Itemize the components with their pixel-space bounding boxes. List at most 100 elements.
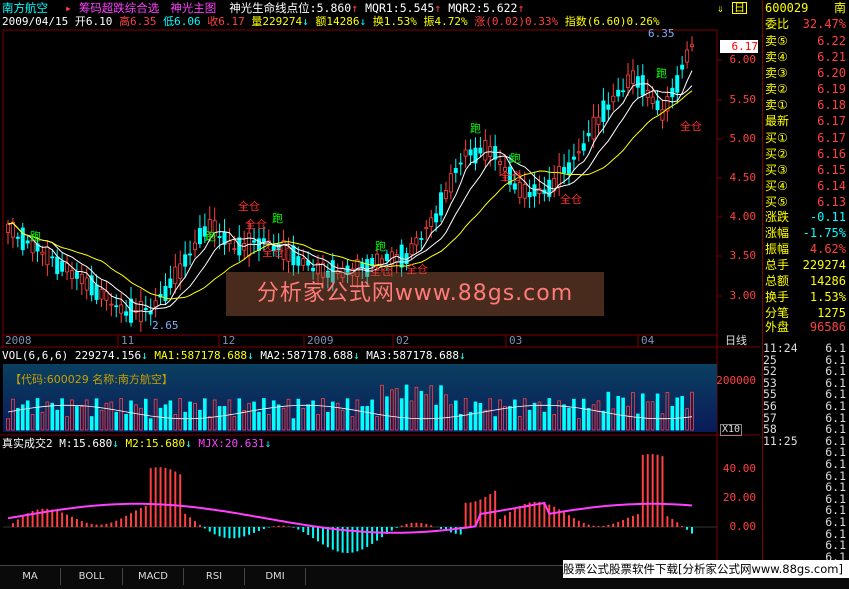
volume-bar <box>458 413 463 431</box>
candle-body <box>25 240 30 244</box>
stat-row: 总额 14286 <box>765 274 846 288</box>
sell-order-row: 卖④ 6.21 <box>765 50 846 64</box>
candle-body <box>443 190 448 199</box>
volume-bar <box>493 416 497 431</box>
info-amount: 额14286 <box>315 15 360 28</box>
volume-bar <box>89 416 94 431</box>
tab-macd[interactable]: MACD <box>123 568 184 585</box>
candle-body <box>124 311 129 316</box>
candle-body <box>522 184 527 199</box>
candle-body <box>74 271 79 279</box>
candle-body <box>453 168 458 173</box>
buy-order-row: 买① 6.17 <box>765 131 846 145</box>
candle-body <box>232 248 237 251</box>
formula-label[interactable]: 筹码超跌综合选 <box>79 1 160 15</box>
candle-body <box>192 242 197 251</box>
candle-body <box>188 253 193 256</box>
candle-body <box>448 173 453 193</box>
candle-body <box>94 284 99 300</box>
volume-bar <box>532 402 537 431</box>
mqr1-value: MQR1:5.545 <box>365 1 435 15</box>
rp-outer: 外盘 96586 <box>765 320 846 334</box>
vol-axis-200000: 200000 <box>716 374 756 387</box>
volume-bar <box>542 411 547 431</box>
candle-body <box>6 223 11 233</box>
candle-body <box>621 90 626 93</box>
candle-body <box>119 304 124 314</box>
volume-bar <box>365 406 370 431</box>
volume-bar <box>168 400 173 431</box>
chart-area[interactable]: 跑跑全仓跑跑跑跑全仓 全仓 全仓 全仓 全仓 全仓跑全仓 南方航空 ▸ 筹码超跌综合选 神… <box>0 0 760 565</box>
volume-bar <box>606 391 611 431</box>
candle-body <box>655 100 660 111</box>
candle-body <box>562 167 567 174</box>
buy-order-row: 买② 6.16 <box>765 147 846 161</box>
tab-dmi[interactable]: DMI <box>245 568 306 585</box>
candle-body <box>104 291 109 301</box>
low-mark: 2.65 <box>152 319 179 332</box>
candle-body <box>685 49 690 63</box>
info-change: 涨(0.02)0.33% <box>474 15 559 28</box>
candle-body <box>183 254 188 267</box>
tab-rsi[interactable]: RSI <box>184 568 245 585</box>
vol-header: VOL(6,6,6) 229274.156↓ MA1:587178.688↓ M… <box>2 349 466 362</box>
price-axis-500: 5.00 <box>729 132 757 145</box>
volume-bar <box>330 401 335 431</box>
candle-body <box>616 89 621 97</box>
pin-icon[interactable]: ⇓ <box>717 2 724 15</box>
candle-body <box>286 247 291 262</box>
tab-boll[interactable]: BOLL <box>61 568 123 585</box>
info-high: 高6.35 <box>118 15 157 28</box>
candle-body <box>409 243 414 256</box>
volume-bar <box>601 410 606 431</box>
volume-bar <box>296 398 301 431</box>
volume-bar <box>35 398 40 431</box>
price-axis-450: 4.50 <box>729 171 757 184</box>
candle-body <box>20 227 25 251</box>
watermark: 分析家公式网www.88gs.com <box>226 272 604 316</box>
volume-bar <box>222 406 227 431</box>
ad-banner[interactable]: 股票公式股票软件下载[分析家公式网www.88gs.com] <box>563 560 849 578</box>
signal-label: 全仓 <box>245 217 267 231</box>
volume-bar <box>217 406 222 431</box>
volume-bar <box>473 401 478 431</box>
signal-label: 跑 <box>272 211 283 225</box>
volume-bar <box>50 402 55 431</box>
price-axis-350: 3.50 <box>729 249 757 262</box>
info-index: 指数(6.60)0.26% <box>564 15 660 28</box>
volume-bar <box>183 411 187 431</box>
volume-bar <box>262 398 266 431</box>
date-02: 02 <box>396 334 410 347</box>
stat-row: 涨幅 -1.75% <box>765 226 846 240</box>
candle-body <box>434 213 439 223</box>
rp-latest: 最新 6.17 <box>765 114 846 128</box>
price-axis-550: 5.50 <box>729 93 757 106</box>
volume-bar <box>572 398 576 431</box>
buy-order-row: 买④ 6.14 <box>765 179 846 193</box>
signal-label: 跑 <box>375 239 386 253</box>
volume-bar <box>20 404 25 431</box>
ind-axis-20: 20.00 <box>722 491 756 504</box>
info-turnover: 换1.53% <box>372 15 417 28</box>
sell-order-row: 卖⑤ 6.22 <box>765 34 846 48</box>
volume-bar <box>143 398 148 431</box>
candle-body <box>168 278 173 288</box>
signal-label: 全仓 <box>500 169 522 183</box>
window-icon[interactable]: 日 <box>732 2 747 14</box>
tab-ma[interactable]: MA <box>0 568 61 585</box>
volume-bar <box>581 398 586 431</box>
daily-label[interactable]: 日线 <box>725 335 747 347</box>
candle-body <box>566 162 571 174</box>
candle-body <box>483 140 488 161</box>
candle-body <box>414 237 419 246</box>
volume-bar <box>508 406 512 431</box>
volume-bar <box>326 411 330 431</box>
info-row: 2009/04/15 开6.10 高6.35 低6.06 收6.17 量2292… <box>2 15 660 28</box>
candle-body <box>217 236 222 238</box>
candle-body <box>99 289 104 300</box>
signal-label: 跑 <box>30 229 41 243</box>
candle-body <box>173 266 178 285</box>
date-04: 04 <box>641 334 655 347</box>
candle-body <box>296 256 301 266</box>
formula2-label[interactable]: 神光主图 <box>170 1 216 15</box>
